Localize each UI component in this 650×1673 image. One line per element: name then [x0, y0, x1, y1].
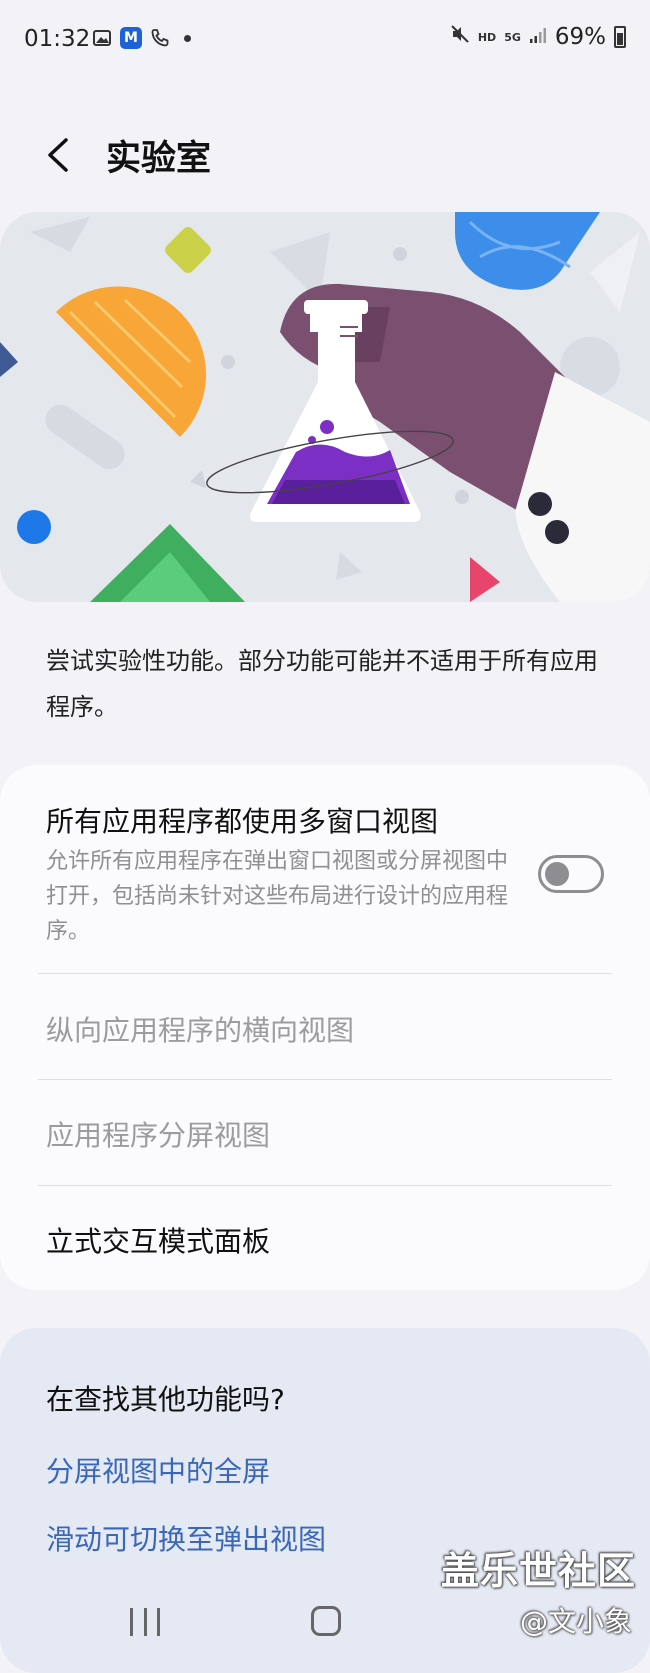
navigation-bar — [0, 1578, 650, 1665]
mute-icon — [450, 24, 470, 50]
battery-percent: 69% — [554, 24, 606, 50]
recents-button[interactable] — [130, 1608, 160, 1638]
page-title: 实验室 — [106, 139, 212, 179]
suggestion-link-swipe-popup[interactable]: 滑动可切换至弹出视图 — [46, 1518, 326, 1558]
chevron-left-icon — [48, 138, 68, 172]
gallery-icon — [92, 28, 112, 48]
setting-title: 应用程序分屏视图 — [46, 1119, 271, 1152]
toggle-knob — [545, 862, 569, 886]
setting-title: 立式交互模式面板 — [46, 1225, 271, 1258]
status-time: 01:32 — [24, 26, 91, 52]
suggestions-title: 在查找其他功能吗? — [46, 1383, 285, 1416]
divider — [38, 973, 612, 974]
status-bar: 01:32 M HD 5G 69% — [0, 0, 650, 80]
signal-icon — [529, 24, 547, 50]
battery-icon — [614, 26, 626, 48]
page-description: 尝试实验性功能。部分功能可能并不适用于所有应用程序。 — [46, 647, 598, 721]
flask-illustration — [0, 212, 650, 602]
phone-call-icon — [150, 28, 170, 48]
home-button[interactable] — [311, 1606, 341, 1636]
setting-subtitle: 允许所有应用程序在弹出窗口视图或分屏视图中打开，包括尚未针对这些布局进行设计的应… — [46, 849, 509, 944]
suggestion-link-fullscreen[interactable]: 分屏视图中的全屏 — [46, 1450, 270, 1490]
setting-split-screen[interactable]: 应用程序分屏视图 — [0, 1080, 650, 1185]
system-status: HD 5G 69% — [450, 24, 626, 50]
back-button[interactable] — [40, 130, 80, 180]
setting-title: 所有应用程序都使用多窗口视图 — [46, 805, 439, 838]
multi-window-toggle[interactable] — [538, 855, 604, 893]
setting-landscape-view[interactable]: 纵向应用程序的横向视图 — [0, 975, 650, 1080]
hd-indicator: HD — [477, 30, 497, 44]
m-app-icon: M — [120, 27, 142, 49]
setting-title: 纵向应用程序的横向视图 — [46, 1014, 355, 1047]
5g-indicator: 5G — [504, 30, 521, 44]
labs-settings-card: 所有应用程序都使用多窗口视图 允许所有应用程序在弹出窗口视图或分屏视图中打开，包… — [0, 765, 650, 1290]
labs-illustration — [0, 212, 650, 602]
setting-multi-window[interactable]: 所有应用程序都使用多窗口视图 允许所有应用程序在弹出窗口视图或分屏视图中打开，包… — [0, 765, 650, 975]
more-notifications-dot — [184, 34, 191, 42]
notification-icons: M — [92, 27, 191, 49]
app-header: 实验室 — [0, 120, 650, 190]
setting-flex-panel[interactable]: 立式交互模式面板 — [0, 1186, 650, 1290]
